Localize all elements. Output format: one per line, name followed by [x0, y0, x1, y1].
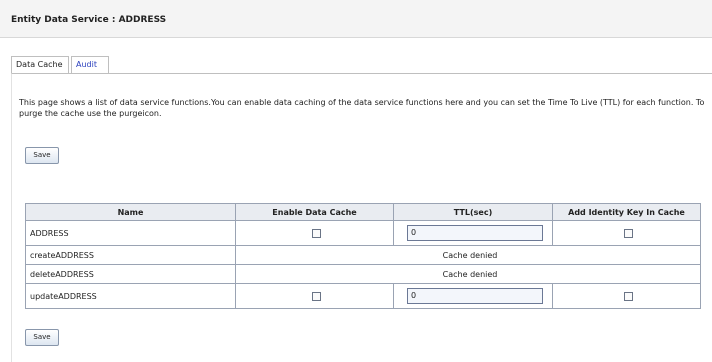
function-name: ADDRESS [25, 220, 236, 246]
ttl-input[interactable]: 0 [407, 225, 543, 241]
enable-cache-checkbox[interactable] [312, 228, 321, 238]
table-row: updateADDRESS 0 [25, 283, 701, 309]
function-name: createADDRESS [25, 245, 236, 265]
enable-cache-checkbox[interactable] [312, 291, 321, 301]
ttl-input[interactable]: 0 [407, 288, 543, 304]
data-service-table: Name Enable Data Cache TTL(sec) Add Iden… [25, 203, 701, 309]
function-name: deleteADDRESS [25, 264, 236, 284]
column-header-add-identity-key: Add Identity Key In Cache [552, 203, 701, 221]
page-description: This page shows a list of data service f… [19, 98, 705, 118]
add-identity-key-checkbox[interactable] [624, 291, 633, 301]
tab-audit[interactable]: Audit [71, 56, 109, 74]
column-header-name: Name [25, 203, 236, 221]
cache-denied-label: Cache denied [235, 245, 701, 265]
function-name: updateADDRESS [25, 283, 236, 309]
column-header-ttl: TTL(sec) [393, 203, 553, 221]
table-row: deleteADDRESS Cache denied [25, 264, 701, 284]
table-header-row: Name Enable Data Cache TTL(sec) Add Iden… [25, 203, 701, 221]
save-button-bottom[interactable]: Save [25, 329, 59, 346]
column-header-enable-cache: Enable Data Cache [235, 203, 394, 221]
table-row: createADDRESS Cache denied [25, 245, 701, 265]
table-row: ADDRESS 0 [25, 220, 701, 246]
page-header: Entity Data Service : ADDRESS [0, 0, 712, 38]
add-identity-key-checkbox[interactable] [624, 228, 633, 238]
page-title: Entity Data Service : ADDRESS [11, 15, 167, 25]
cache-denied-label: Cache denied [235, 264, 701, 284]
save-button-top[interactable]: Save [25, 147, 59, 164]
tab-data-cache[interactable]: Data Cache [11, 56, 69, 74]
